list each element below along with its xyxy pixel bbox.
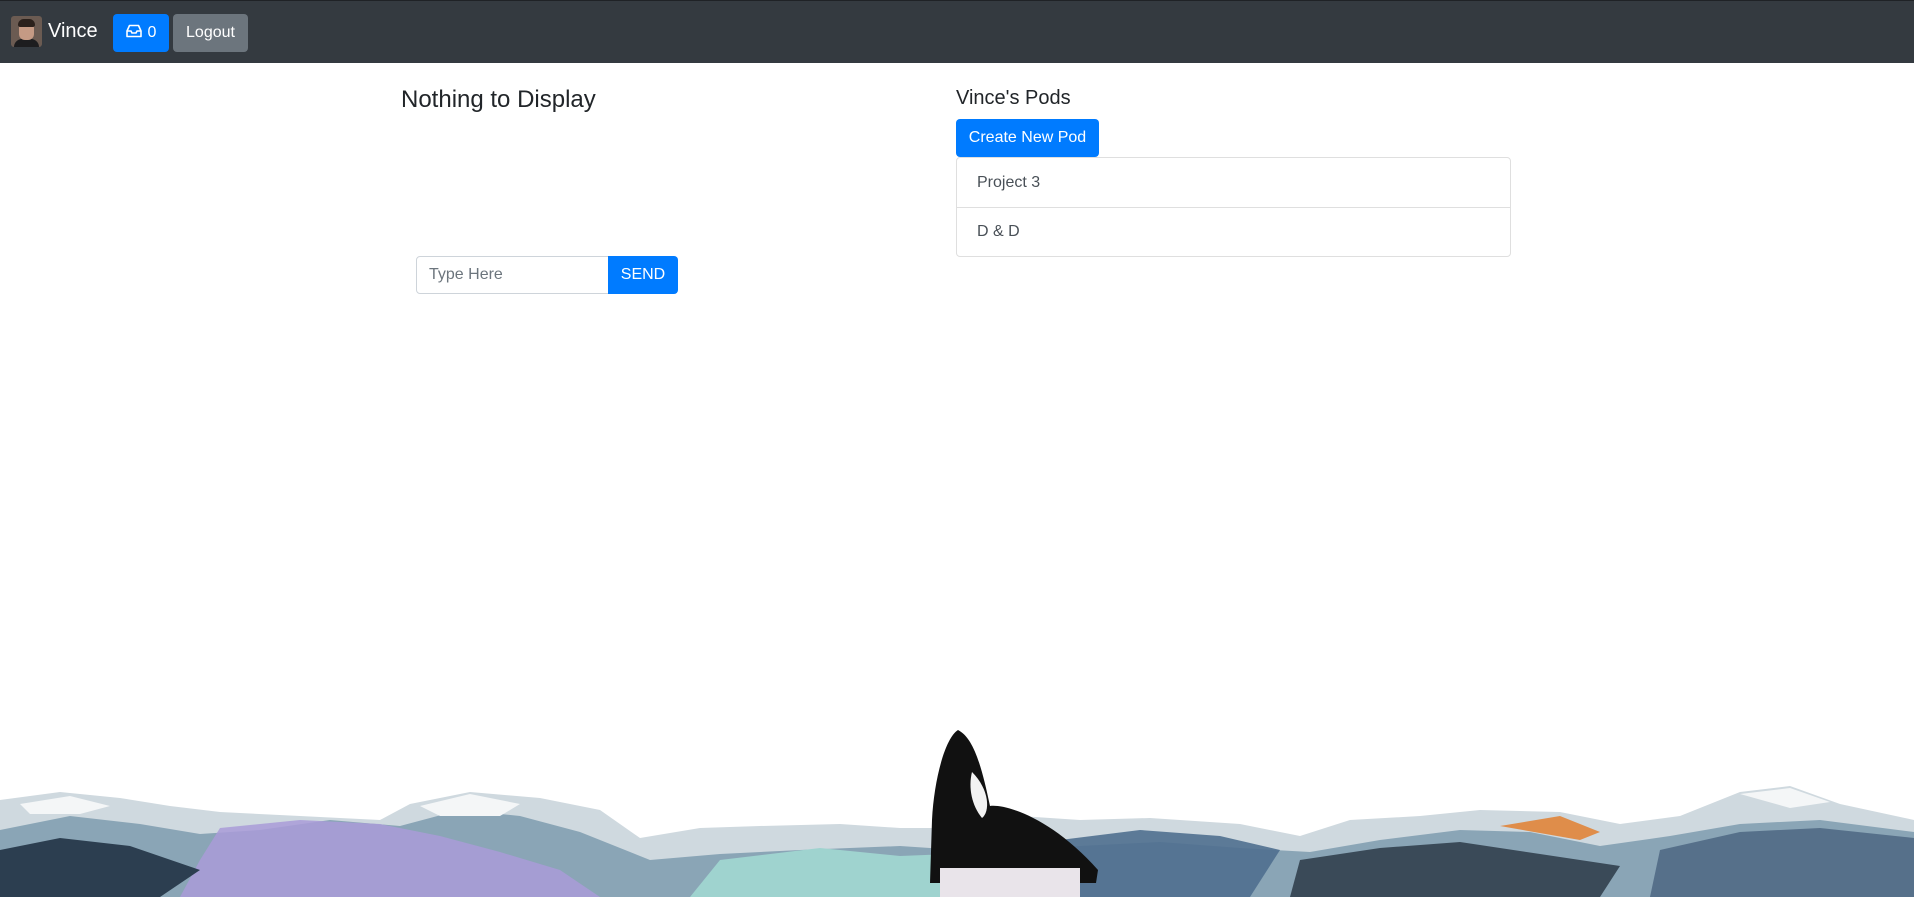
inbox-button[interactable]: 0: [113, 14, 169, 52]
create-pod-button[interactable]: Create New Pod: [956, 119, 1099, 157]
pod-list: Project 3 D & D: [956, 157, 1511, 257]
pod-list-item[interactable]: Project 3: [957, 158, 1510, 207]
inbox-icon: [125, 24, 142, 43]
send-button[interactable]: SEND: [608, 256, 678, 294]
message-input[interactable]: [416, 256, 609, 294]
logout-button[interactable]: Logout: [173, 14, 248, 52]
navbar: Vince 0 Logout: [0, 0, 1914, 63]
navbar-brand[interactable]: Vince: [11, 16, 98, 47]
pods-title: Vince's Pods: [956, 87, 1071, 109]
pod-list-item[interactable]: D & D: [957, 207, 1510, 256]
inbox-count: 0: [147, 24, 157, 41]
user-name: Vince: [48, 20, 98, 42]
avatar: [11, 16, 42, 47]
chat-empty-title: Nothing to Display: [401, 86, 596, 113]
mountain-orca-illustration: [0, 730, 1914, 897]
